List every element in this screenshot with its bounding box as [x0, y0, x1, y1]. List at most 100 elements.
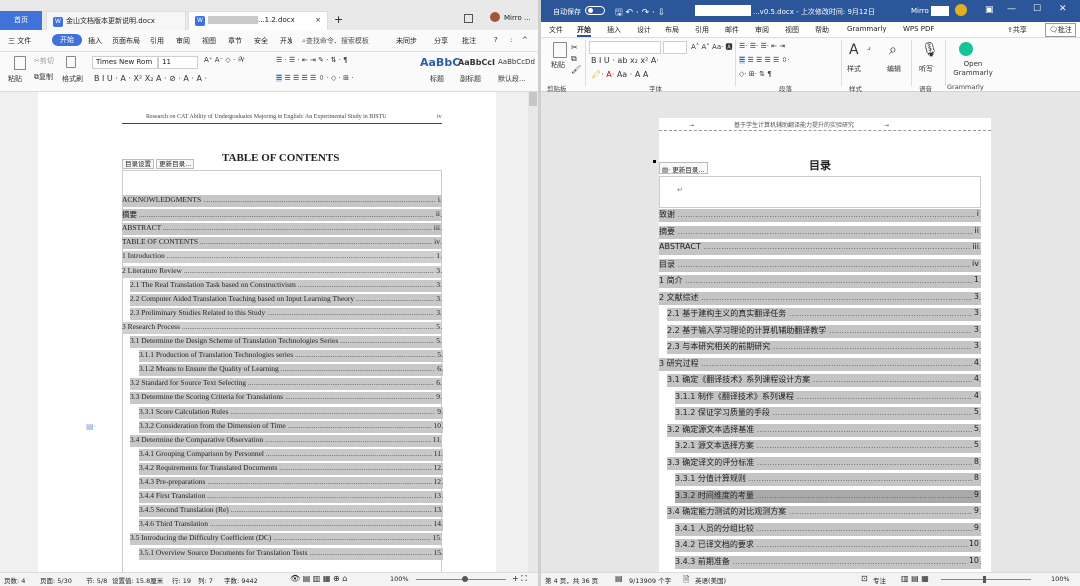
tab-file[interactable]: 文件: [549, 25, 563, 35]
toc-entry[interactable]: 2.3 Preliminary Studies Related to this …: [130, 307, 442, 320]
dictate-button[interactable]: 听写: [919, 64, 933, 74]
menu-file[interactable]: 三 文件: [8, 36, 31, 46]
font-name-select[interactable]: Times New Rom: [92, 56, 158, 69]
menu-references[interactable]: 引用: [150, 36, 164, 46]
toc-entry[interactable]: 3.2 确定源文本选择基准 ..........................…: [667, 423, 981, 437]
tab-help[interactable]: 帮助: [815, 25, 829, 35]
toc-entry[interactable]: ABSTRACT ...............................…: [122, 223, 442, 236]
toc-entry[interactable]: 3.2.1 源文本选择方案 ..........................…: [675, 440, 981, 453]
paste-icon[interactable]: [553, 42, 567, 58]
toc-entry[interactable]: 3 Research Process .....................…: [122, 321, 442, 334]
toc-entry[interactable]: 1 简介 ...................................…: [659, 275, 981, 288]
toc-entry[interactable]: 目录 .....................................…: [659, 258, 981, 272]
edit-button[interactable]: 编辑: [887, 64, 901, 74]
toc-entry[interactable]: 3.4.4 First Translation ................…: [139, 491, 443, 504]
avatar[interactable]: [490, 12, 500, 22]
close-icon[interactable]: ✕: [1059, 4, 1067, 14]
format-painter-icon[interactable]: [66, 56, 76, 68]
autosave-toggle[interactable]: [585, 6, 605, 15]
toc-entry[interactable]: 3 研究过程 .................................…: [659, 357, 981, 371]
cut-button[interactable]: ✂剪切: [34, 56, 54, 66]
fit-icon[interactable]: + ⛶: [512, 574, 527, 584]
paste-icon[interactable]: [14, 56, 26, 70]
menu-insert[interactable]: 插入: [88, 36, 102, 46]
grammarly-icon[interactable]: [959, 42, 973, 56]
toc-entry[interactable]: 3.3.1 分值计算规则 ...........................…: [675, 473, 981, 486]
command-search[interactable]: ⌕查找命令、搜索模板: [302, 36, 369, 46]
toc-entry[interactable]: 3.4.3 前期准备 .............................…: [675, 555, 981, 569]
font-grow-icon[interactable]: A˄ A˅ Aa· 🅰: [691, 42, 733, 52]
quick-access-icons[interactable]: 🖫 ↶ · ↷ · ⇩: [615, 5, 665, 21]
toc-entry[interactable]: 3.3 确定译文的评分标准 ..........................…: [667, 456, 981, 470]
menu-security[interactable]: 安全: [254, 36, 268, 46]
toc-entry[interactable]: 2.2 Computer Aided Translation Teaching …: [130, 293, 442, 306]
view-mode-icons[interactable]: 👁 ▤ ▥ ▦ ⊕ ⌂: [290, 574, 347, 583]
focus-icon[interactable]: ⊡: [861, 574, 868, 583]
zoom-slider-thumb[interactable]: [462, 576, 468, 582]
toc-entry[interactable]: 3.4.1 人员的分组比较 ..........................…: [675, 522, 981, 536]
toc-entry[interactable]: 3.4.2 已译文档的要求 ..........................…: [675, 539, 981, 552]
edit-icon[interactable]: ⌕: [889, 42, 897, 58]
tab-design[interactable]: 设计: [637, 25, 651, 35]
focus-label[interactable]: 专注: [873, 575, 886, 585]
tab-doc-1[interactable]: W 金山文档版本更新说明.docx: [46, 11, 186, 30]
toc-entry[interactable]: 3.1.2 保证学习质量的手段 ........................…: [675, 407, 981, 420]
toc-entry[interactable]: 3.5 Introducing the Difficulty Coefficie…: [130, 533, 442, 546]
toc-entry[interactable]: 2.1 The Real Translation Task based on C…: [130, 279, 442, 292]
grammarly-button[interactable]: Open Grammarly: [949, 60, 997, 78]
menu-review[interactable]: 审阅: [176, 36, 190, 46]
align-buttons[interactable]: ☰ ☰ ☰ ☰ ☰ ⇳ · ◇ · ⊞ ·: [276, 74, 353, 82]
toc-entry[interactable]: 3.3.2 Consideration from the Dimension o…: [139, 420, 443, 433]
toc-entry[interactable]: 3.4 Determine the Comparative Observatio…: [130, 434, 442, 447]
toc-entry[interactable]: 3.5.1 Overview Source Documents for Tran…: [139, 547, 443, 560]
window-icon[interactable]: [464, 14, 473, 23]
toc-entry[interactable]: 2.2 基于输入学习理论的计算机辅助翻译教学 .................…: [667, 324, 981, 338]
proofing-icon[interactable]: ▤: [615, 574, 623, 583]
toc-entry[interactable]: 2 Literature Review ....................…: [122, 265, 442, 278]
tab-grammarly[interactable]: Grammarly: [847, 25, 886, 33]
share-button[interactable]: 分享: [434, 36, 448, 46]
ribbon-display-icon[interactable]: ▣: [985, 5, 994, 15]
toc-entry[interactable]: 3.3.1 Score Calculation Rules ..........…: [139, 406, 443, 419]
tab-view[interactable]: 视图: [785, 25, 799, 35]
share-button[interactable]: ⇪共享: [1007, 25, 1027, 35]
menu-layout[interactable]: 页面布局: [112, 36, 140, 46]
font-format-buttons[interactable]: B I U · A · X² X₂ A · ⊘ · A · A ·: [94, 74, 207, 83]
help-icon[interactable]: ?: [494, 36, 498, 44]
toc-update-button[interactable]: 更新目录...: [156, 159, 195, 169]
toc-entry[interactable]: 2 文献综述 .................................…: [659, 291, 981, 305]
menu-section[interactable]: 章节: [228, 36, 242, 46]
toc-entry[interactable]: 2.1 基于建构主义的真实翻译任务 ......................…: [667, 308, 981, 321]
toc-entry[interactable]: 3.4.5 Second Translation (Re) ..........…: [139, 505, 443, 518]
toc-entry[interactable]: 3.3.2 时间维度的考量 ..........................…: [675, 489, 981, 503]
toc-entry[interactable]: 3.4 确定能力测试的对比观测方案 ......................…: [667, 506, 981, 519]
toc-update-button[interactable]: 更新目录...: [672, 166, 704, 174]
toc-entry[interactable]: 3.2 Standard for Source Text Selecting .…: [130, 378, 442, 391]
tab-references[interactable]: 引用: [695, 25, 709, 35]
align-buttons[interactable]: ☰ ☰ ☰ ☰ ☰ ⇳·: [739, 56, 790, 64]
view-mode-icons[interactable]: ▥ ▤ ▦: [901, 574, 929, 583]
tab-home[interactable]: 首页: [0, 11, 42, 30]
copy-button[interactable]: ⧉复制: [34, 72, 53, 82]
sync-status[interactable]: 未同步: [396, 36, 417, 46]
menu-home[interactable]: 开始: [52, 34, 82, 46]
scrollbar-thumb[interactable]: [529, 92, 537, 106]
toc-entry[interactable]: 1 Introduction .........................…: [122, 251, 442, 264]
toc-menu-icon[interactable]: ▤·: [662, 166, 670, 174]
styles-button[interactable]: 样式: [847, 64, 861, 74]
tab-home[interactable]: 开始: [577, 25, 591, 37]
comment-button[interactable]: 🗨批注: [1045, 23, 1076, 37]
toc-entry[interactable]: 3.4.3 Pre-preparations .................…: [139, 477, 443, 489]
zoom-slider[interactable]: [941, 579, 1031, 580]
list-buttons[interactable]: ☰· ☰· ☰· ⇤ ⇥: [739, 42, 785, 50]
tab-review[interactable]: 审阅: [755, 25, 769, 35]
clipboard-small-icons[interactable]: ✂ ⧉ 🖌: [571, 42, 581, 75]
scrollbar[interactable]: [528, 92, 538, 572]
minimize-icon[interactable]: —: [1007, 4, 1016, 14]
styles-icon[interactable]: A: [849, 42, 859, 58]
font-color-buttons[interactable]: 🖍· A· Aa · A A: [591, 70, 648, 79]
shading-buttons[interactable]: ◇· ⊞· ⇅ ¶: [739, 70, 772, 78]
tab-insert[interactable]: 插入: [607, 25, 621, 35]
avatar[interactable]: [955, 4, 967, 16]
toc-entry[interactable]: 3.4.2 Requirements for Translated Docume…: [139, 462, 443, 475]
